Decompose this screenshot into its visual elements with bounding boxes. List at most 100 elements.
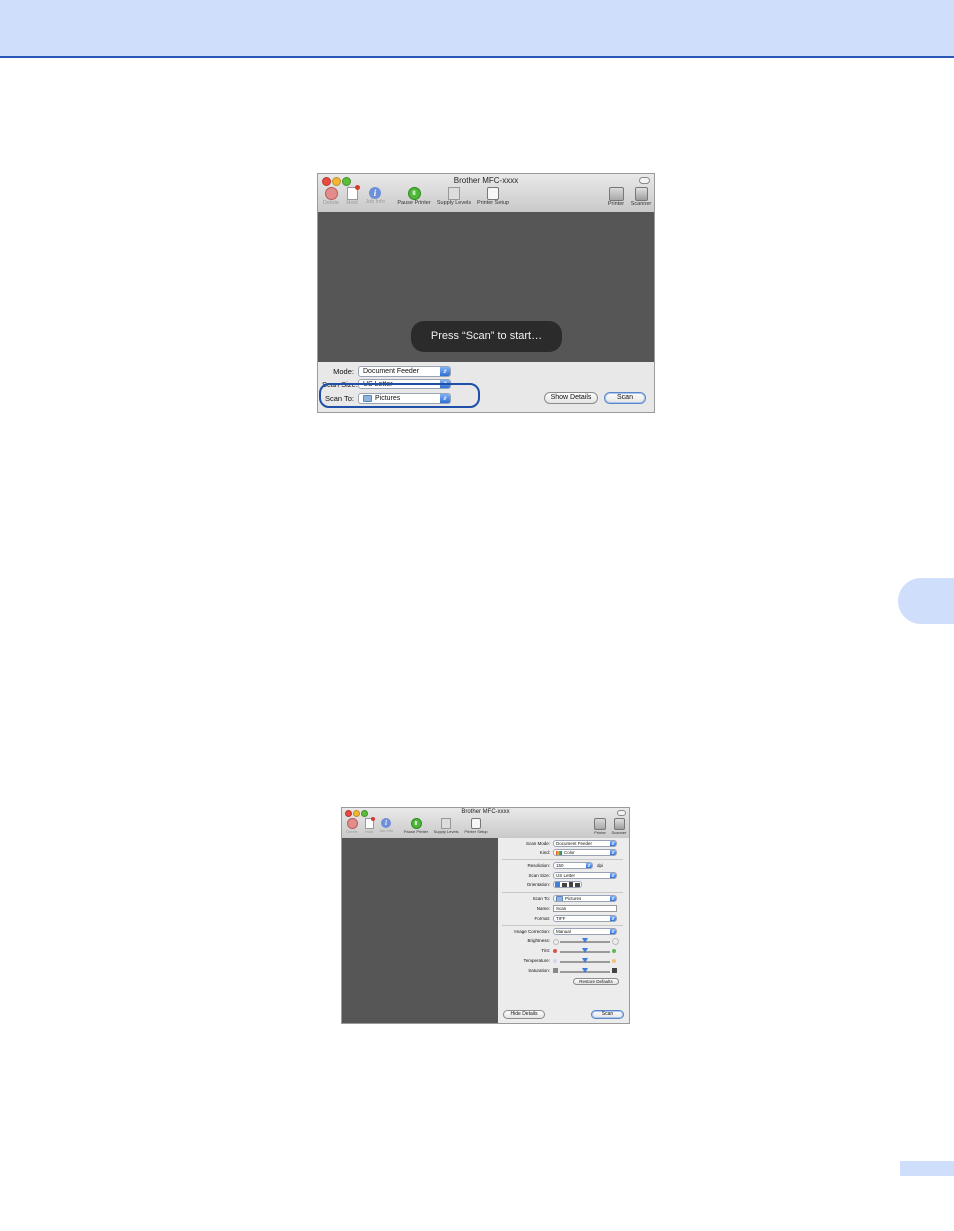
orientation-portrait-icon[interactable] [555,882,560,887]
temperature-cool-icon [553,959,557,963]
popup-arrow-icon: ⇵ [440,367,450,376]
brightness-low-icon [553,939,559,945]
format-popup[interactable]: TIFF ⇵ [553,915,617,922]
image-correction-label: Image Correction: [514,929,550,934]
restore-defaults-button[interactable]: Restore Defaults [573,978,619,985]
scanner-toolbar-button[interactable]: Scanner [610,818,628,835]
hold-icon [364,817,375,829]
scan-mode-popup[interactable]: Document Feeder ⇵ [553,840,617,847]
folder-icon [556,896,563,901]
supply-levels-toolbar-button[interactable]: Supply Levels [435,187,473,206]
kind-label: Kind: [539,850,550,855]
scan-button[interactable]: Scan [604,392,646,404]
printer-setup-toolbar-button[interactable]: Printer Setup [462,818,490,834]
scan-size-popup[interactable]: US Letter ⇵ [553,872,617,879]
temperature-label: Temperature: [523,958,550,963]
page-number-tab [900,1161,954,1176]
hold-icon [346,185,360,200]
scan-to-label: Scan To: [532,896,550,901]
printer-icon [594,818,606,830]
divider [502,925,623,926]
window-toolbar: Brother MFC-xxxx Delete Hold i Job Info … [342,808,629,838]
resolution-unit: dpi [597,863,604,868]
hold-toolbar-button[interactable]: Hold [343,185,361,206]
slider-knob[interactable] [582,968,588,973]
pause-icon: II [407,187,421,200]
supply-levels-toolbar-button[interactable]: Supply Levels [431,818,461,834]
scanner-icon [613,818,625,830]
saturation-label: Saturation: [528,968,550,973]
name-field[interactable]: Scan [553,905,617,912]
toolbar-toggle-button[interactable] [617,810,626,816]
scan-window-compact: Brother MFC-xxxx Delete Hold i Job Info … [317,173,655,413]
pause-printer-toolbar-button[interactable]: II Pause Printer [396,187,432,206]
brightness-label: Brightness: [527,938,550,943]
delete-toolbar-button[interactable]: Delete [343,818,361,834]
tint-label: Tint: [541,948,550,953]
hold-toolbar-button[interactable]: Hold [362,817,376,834]
resolution-label: Resolution: [527,863,550,868]
delete-icon [346,818,358,829]
printer-toolbar-button[interactable]: Printer [604,187,628,207]
mode-popup[interactable]: Document Feeder ⇵ [358,366,451,377]
popup-arrow-icon: ⇵ [610,929,616,934]
supply-levels-icon [448,187,460,200]
brightness-high-icon [612,938,619,945]
scan-button[interactable]: Scan [591,1010,624,1019]
slider-knob[interactable] [582,948,588,953]
popup-arrow-icon: ⇵ [610,873,616,878]
pause-printer-toolbar-button[interactable]: II Pause Printer [402,818,430,834]
show-details-button[interactable]: Show Details [544,392,598,404]
divider [502,859,623,860]
scanner-toolbar-button[interactable]: Scanner [629,187,653,207]
scan-to-popup[interactable]: Pictures ⇵ [553,895,617,902]
scan-to-highlight-ring [319,383,480,408]
printer-setup-toolbar-button[interactable]: Printer Setup [475,187,511,206]
orientation-right-icon[interactable] [562,882,567,887]
slider-knob[interactable] [582,958,588,963]
delete-toolbar-button[interactable]: Delete [320,187,342,206]
tint-red-icon [553,949,557,953]
toolbar-toggle-button[interactable] [639,177,650,184]
resolution-combo[interactable]: 150 ⇵ [553,862,593,869]
window-toolbar: Brother MFC-xxxx Delete Hold i Job Info … [318,174,654,212]
printer-toolbar-button[interactable]: Printer [591,818,609,835]
format-label: Format: [534,916,550,921]
name-label: Name: [536,906,550,911]
chapter-tab [898,578,954,624]
pause-icon: II [410,818,422,829]
info-icon: i [369,187,381,199]
slider-knob[interactable] [582,938,588,943]
popup-arrow-icon: ⇵ [586,863,592,868]
hide-details-button[interactable]: Hide Details [503,1010,545,1019]
scan-preview-area: Press “Scan” to start… [318,212,654,362]
orientation-left-icon[interactable] [575,882,580,887]
scan-size-label: Scan Size: [528,873,550,878]
job-info-toolbar-button[interactable]: i Job Info [377,818,395,833]
kind-popup[interactable]: Color ⇵ [553,849,617,856]
tint-green-icon [612,949,616,953]
page-header-band [0,0,954,58]
window-title: Brother MFC-xxxx [461,809,510,815]
popup-arrow-icon: ⇵ [610,896,616,901]
printer-setup-icon [471,818,481,829]
saturation-high-icon [612,968,617,973]
orientation-upside-icon[interactable] [569,882,573,887]
saturation-low-icon [553,968,558,973]
orientation-label: Orientation: [526,882,550,887]
divider [502,892,623,893]
orientation-control[interactable] [553,881,582,888]
popup-arrow-icon: ⇵ [610,841,616,846]
scan-preview-area [342,838,498,1023]
image-correction-popup[interactable]: Manual ⇵ [553,928,617,935]
scan-window-details: Brother MFC-xxxx Delete Hold i Job Info … [341,807,630,1024]
popup-arrow-icon: ⇵ [610,850,616,855]
printer-setup-icon [487,187,499,200]
press-scan-message: Press “Scan” to start… [411,321,562,352]
color-swatch-icon [556,850,562,855]
scanner-icon [634,187,648,201]
popup-arrow-icon: ⇵ [610,916,616,921]
supply-levels-icon [441,818,451,829]
job-info-toolbar-button[interactable]: i Job Info [363,187,387,205]
scan-mode-label: Scan Mode: [525,841,550,846]
